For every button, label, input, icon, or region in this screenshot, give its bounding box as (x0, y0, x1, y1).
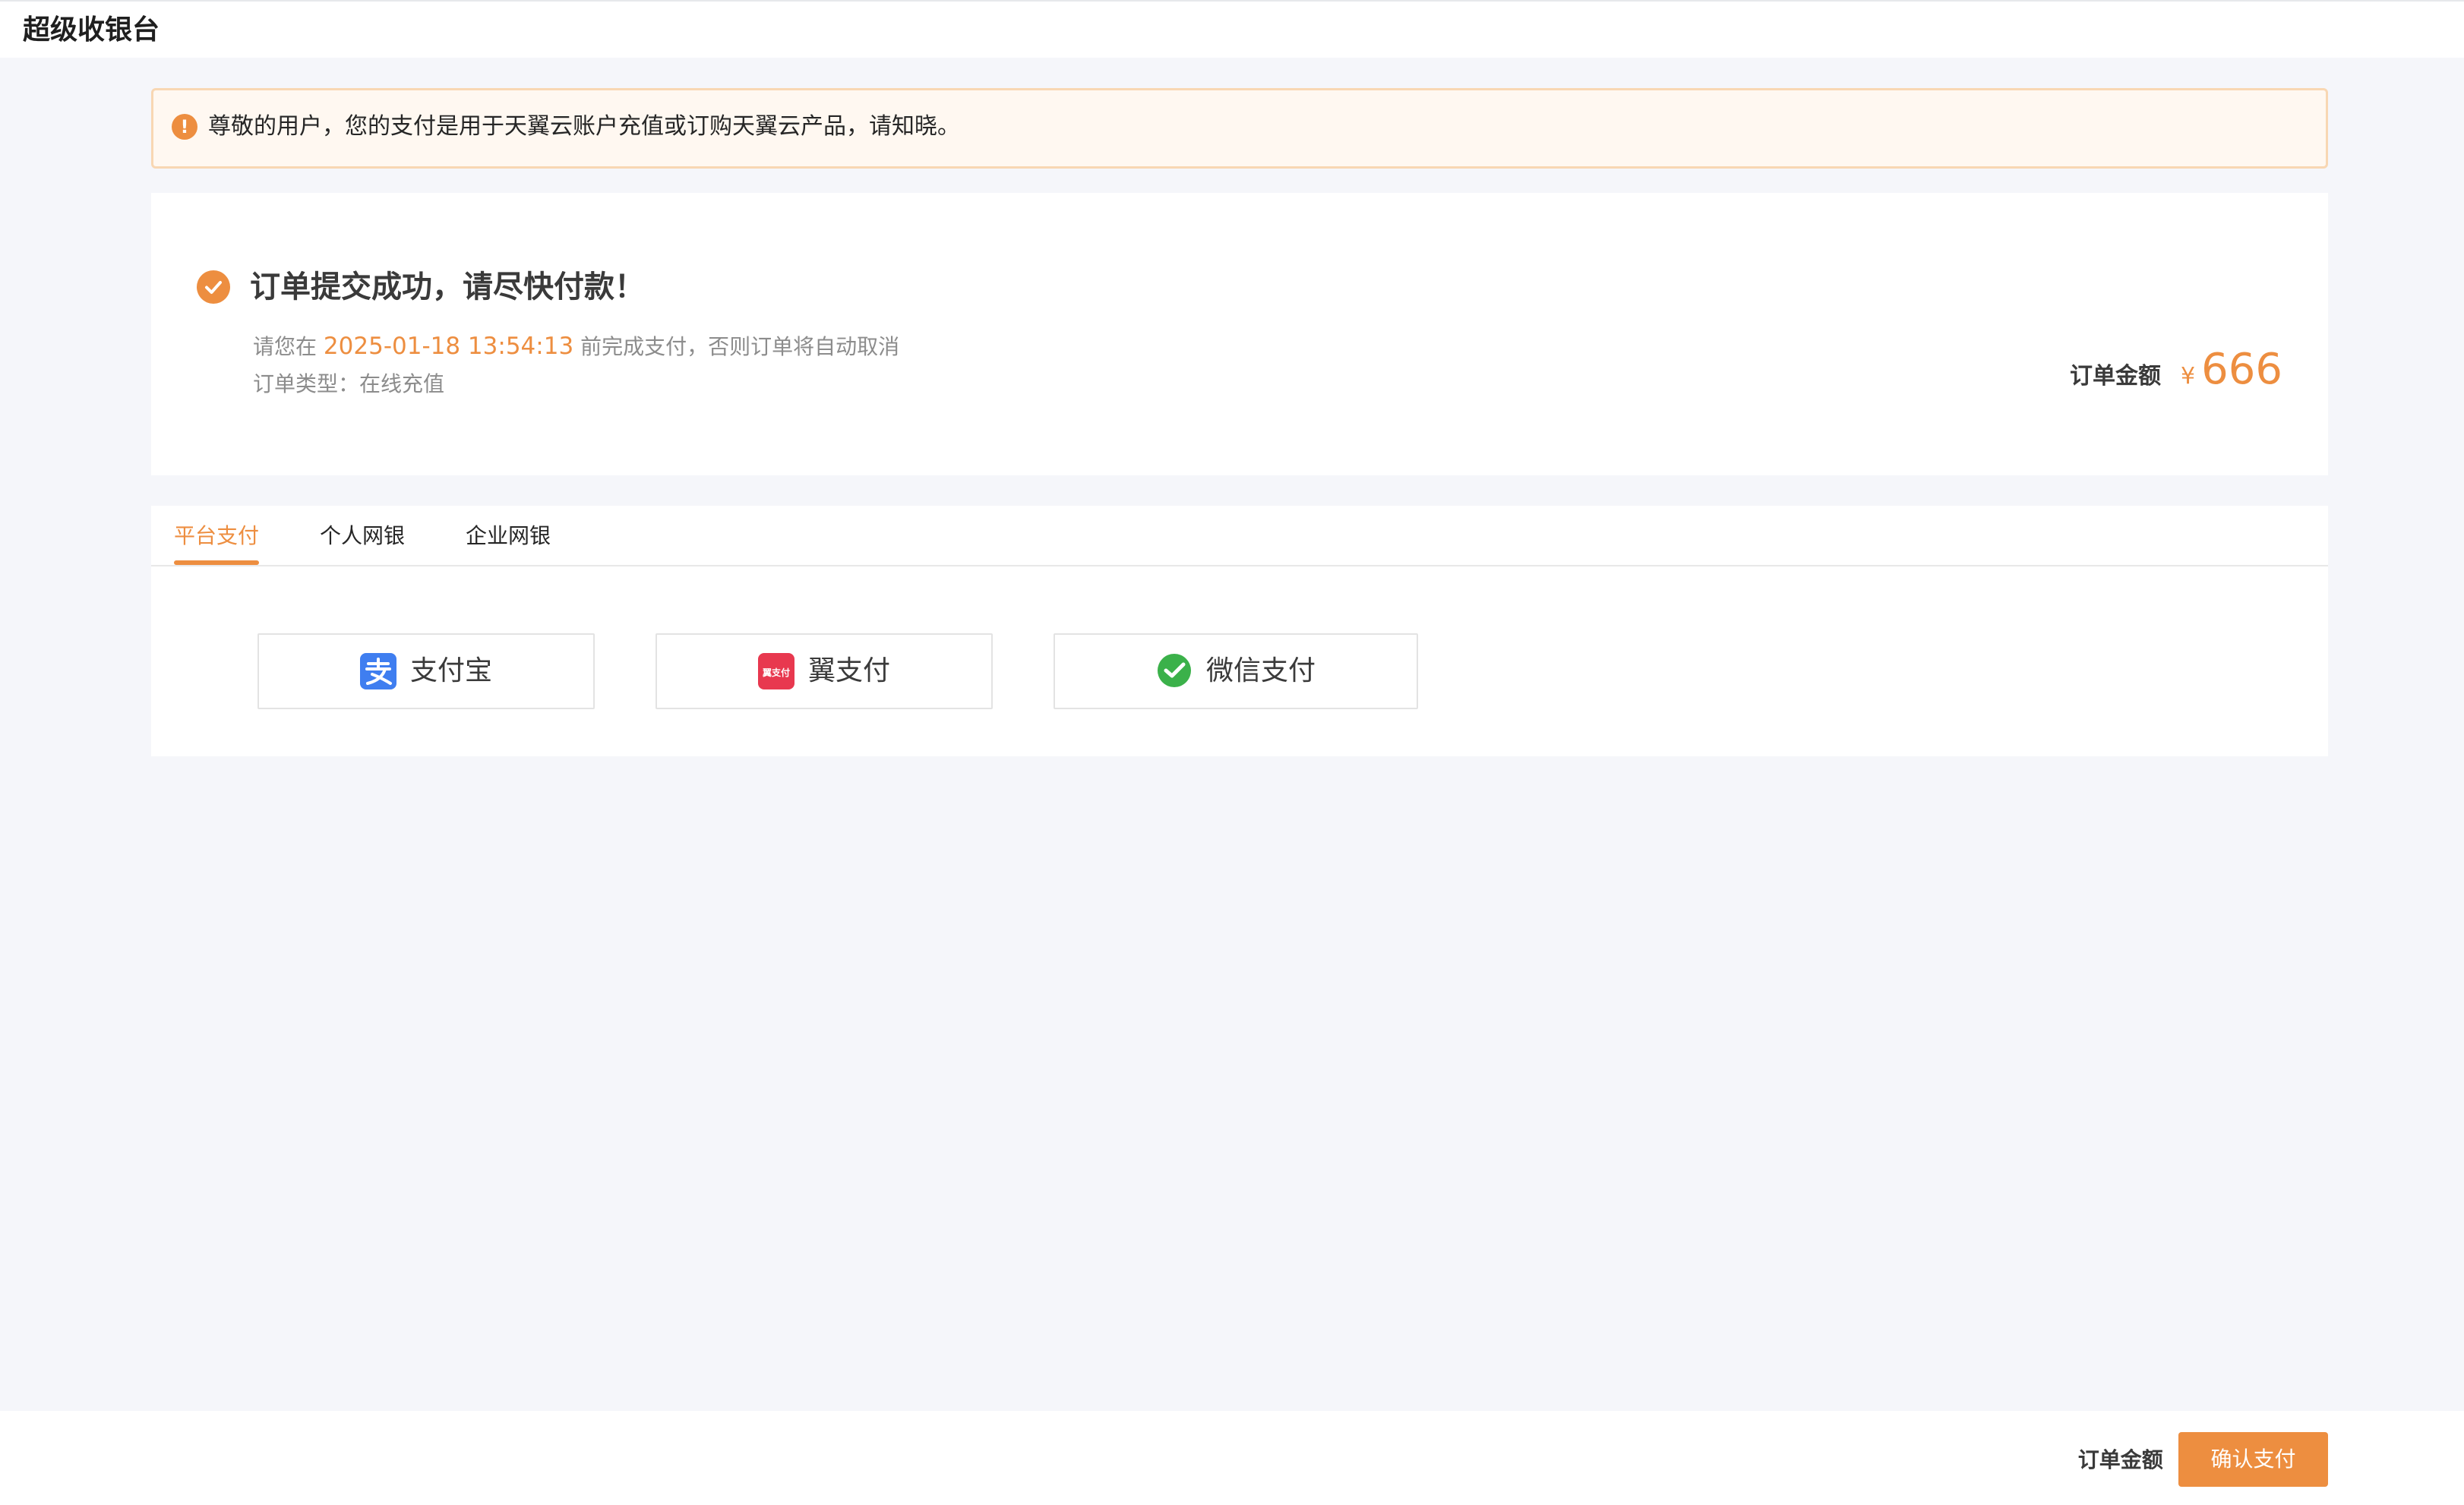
payment-method-card: 平台支付 个人网银 企业网银 支付宝 翼支付 翼支付 微信支付 (151, 506, 2328, 756)
tab-enterprise-bank[interactable]: 企业网银 (466, 521, 551, 551)
order-amount-value: 666 (2201, 345, 2282, 394)
exclamation-icon: ! (172, 114, 197, 140)
footer-amount-label: 订单金额 (2077, 1447, 2163, 1472)
order-amount: 订单金额 ¥666 (2070, 345, 2282, 405)
alipay-label: 支付宝 (409, 655, 492, 686)
order-type-value: 在线充值 (359, 371, 445, 396)
currency-symbol: ¥ (2181, 363, 2196, 390)
top-header: 超级收银台 (0, 0, 2464, 58)
wechat-pay-button[interactable]: 微信支付 (1054, 633, 1418, 709)
page-title: 超级收银台 (23, 14, 160, 46)
order-type-label: 订单类型： (253, 371, 360, 396)
bestpay-icon: 翼支付 (757, 653, 794, 689)
check-circle-icon (197, 270, 230, 304)
bestpay-icon-text: 翼支付 (762, 667, 790, 678)
wechat-pay-icon (1157, 654, 1191, 687)
alipay-button[interactable]: 支付宝 (257, 633, 595, 709)
order-info-card: 订单提交成功，请尽快付款！ 请您在 2025-01-18 13:54:13 前完… (151, 193, 2328, 475)
tab-platform-pay[interactable]: 平台支付 (174, 521, 259, 551)
footer-bar: 订单金额¥666 确认支付 (0, 1411, 2464, 1505)
confirm-payment-button[interactable]: 确认支付 (2178, 1432, 2328, 1487)
order-amount-label: 订单金额 (2070, 363, 2162, 390)
order-type: 订单类型：在线充值 (253, 369, 444, 399)
deadline-prefix: 请您在 (253, 334, 317, 359)
active-tab-indicator (174, 560, 259, 565)
bestpay-button[interactable]: 翼支付 翼支付 (655, 633, 993, 709)
bestpay-label: 翼支付 (807, 655, 890, 686)
notice-banner: ! 尊敬的用户，您的支付是用于天翼云账户充值或订购天翼云产品，请知晓。 (151, 88, 2328, 169)
wechat-pay-label: 微信支付 (1205, 655, 1316, 686)
payment-tabs: 平台支付 个人网银 企业网银 (151, 506, 2328, 566)
deadline-suffix: 前完成支付，否则订单将自动取消 (580, 334, 900, 359)
order-status-title: 订单提交成功，请尽快付款！ (250, 270, 645, 304)
alipay-icon (359, 653, 396, 689)
payment-deadline: 请您在 2025-01-18 13:54:13 前完成支付，否则订单将自动取消 (253, 331, 899, 362)
deadline-time: 2025-01-18 13:54:13 (323, 333, 574, 360)
notice-text: 尊敬的用户，您的支付是用于天翼云账户充值或订购天翼云产品，请知晓。 (208, 113, 960, 140)
tab-personal-bank[interactable]: 个人网银 (320, 521, 405, 551)
